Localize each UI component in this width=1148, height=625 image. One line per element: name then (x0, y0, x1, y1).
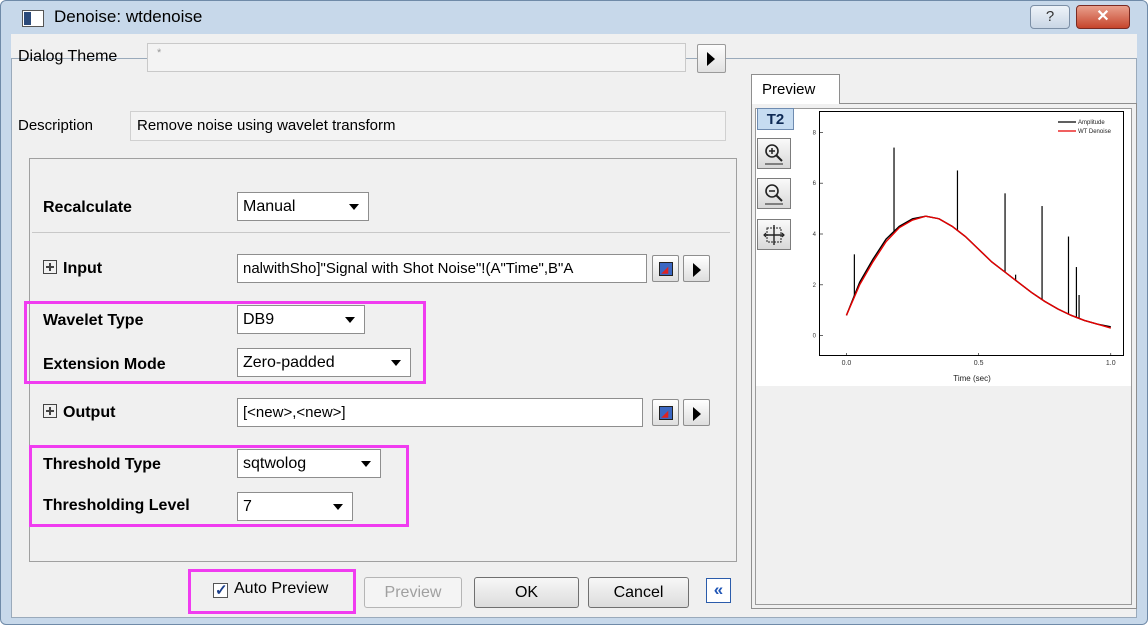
thresholding-level-label: Thresholding Level (43, 497, 190, 514)
wavelet-chart: 0 2 4 6 8 0.0 0.5 1.0 Time (sec) Amplitude WT Deno… (813, 120, 1116, 383)
preview-button[interactable]: Preview (364, 577, 462, 608)
wavelet-type-dropdown[interactable]: DB9 (237, 305, 365, 334)
expand-icon[interactable] (43, 403, 57, 418)
tab-preview[interactable]: Preview (751, 74, 840, 104)
dialog-theme-field[interactable] (147, 43, 686, 72)
description-value: Remove noise using wavelet transform (137, 117, 396, 134)
threshold-type-label: Threshold Type (43, 456, 161, 473)
input-picker-button[interactable] (652, 255, 679, 282)
dialog-theme-value: * (157, 47, 162, 59)
output-label: Output (63, 404, 116, 421)
chevron-down-icon (391, 360, 401, 366)
input-row-label[interactable]: Input (43, 259, 103, 278)
output-menu-button[interactable] (683, 399, 710, 426)
wavelet-type-value: DB9 (243, 311, 275, 328)
y-tick-label: 0 (813, 334, 817, 340)
help-button[interactable]: ? (1030, 5, 1070, 29)
series-line (845, 215, 1111, 328)
description-label: Description (18, 117, 94, 134)
close-button[interactable]: ✕ (1076, 5, 1130, 29)
threshold-type-value: sqtwolog (243, 455, 307, 472)
y-tick-label: 8 (813, 130, 817, 136)
threshold-type-dropdown[interactable]: sqtwolog (237, 449, 381, 478)
app-icon (22, 10, 44, 27)
wavelet-type-label: Wavelet Type (43, 312, 144, 329)
chevron-down-icon (361, 461, 371, 467)
series-line (845, 215, 1111, 329)
x-tick-label: 0.0 (842, 360, 852, 367)
ok-button[interactable]: OK (474, 577, 579, 608)
divider (32, 232, 730, 233)
output-field[interactable]: [<new>,<new>] (237, 398, 643, 427)
dialog-theme-label: Dialog Theme (18, 48, 118, 65)
window-title: Denoise: wtdenoise (54, 7, 203, 26)
output-picker-button[interactable] (652, 399, 679, 426)
legend-label: WT Denoise (1078, 129, 1112, 135)
extension-mode-dropdown[interactable]: Zero-padded (237, 348, 411, 377)
thresholding-level-dropdown[interactable]: 7 (237, 492, 353, 521)
collapse-panel-button[interactable]: « (706, 578, 731, 603)
x-axis-title: Time (sec) (953, 374, 991, 383)
input-menu-button[interactable] (683, 255, 710, 282)
cancel-button[interactable]: Cancel (588, 577, 689, 608)
y-tick-label: 2 (813, 283, 817, 289)
x-tick-label: 1.0 (1106, 360, 1116, 367)
input-label: Input (63, 260, 103, 277)
recalculate-label: Recalculate (43, 199, 132, 216)
auto-preview-checkbox[interactable] (213, 581, 228, 599)
thresholding-level-value: 7 (243, 498, 252, 515)
chevron-down-icon (333, 504, 343, 510)
dialog-theme-menu-button[interactable] (697, 44, 726, 73)
output-row-label[interactable]: Output (43, 403, 116, 422)
chevron-down-icon (345, 317, 355, 323)
input-field[interactable]: nalwithSho]"Signal with Shot Noise"!(A"T… (237, 254, 647, 283)
extension-mode-label: Extension Mode (43, 356, 166, 373)
chevron-down-icon (349, 204, 359, 210)
legend-label: Amplitude (1078, 120, 1105, 126)
y-tick-label: 6 (813, 181, 817, 187)
auto-preview-label[interactable]: Auto Preview (234, 580, 328, 598)
recalculate-dropdown[interactable]: Manual (237, 192, 369, 221)
y-tick-label: 4 (813, 232, 817, 238)
expand-icon[interactable] (43, 259, 57, 274)
extension-mode-value: Zero-padded (243, 354, 335, 371)
x-tick-label: 0.5 (974, 360, 984, 367)
recalculate-value: Manual (243, 198, 296, 215)
